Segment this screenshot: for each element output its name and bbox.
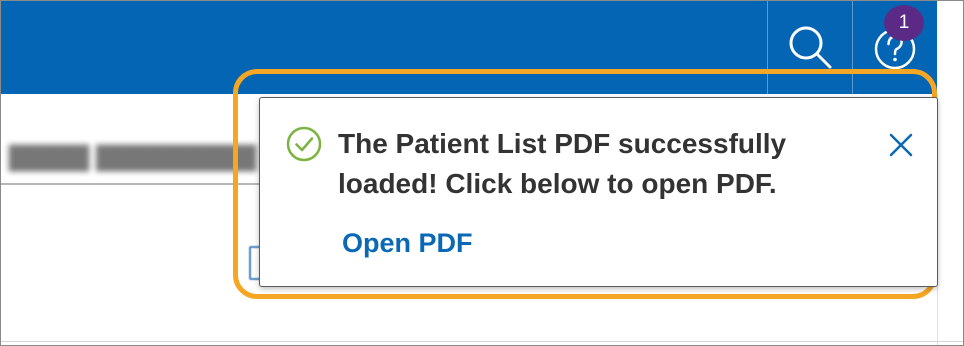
header-gutter: [937, 1, 963, 94]
close-icon: [889, 133, 913, 157]
success-toast: The Patient List PDF successfully loaded…: [259, 97, 938, 287]
search-icon: [789, 26, 832, 69]
app-window: 1 ▇▇▇▇ ▇▇▇▇▇▇▇▇ ▇▇▇ ▇ ▇ The Patient List…: [0, 0, 964, 346]
bottom-divider: [1, 341, 963, 342]
notification-badge[interactable]: 1: [884, 5, 924, 41]
check-circle-icon: [286, 126, 322, 162]
toast-message: The Patient List PDF successfully loaded…: [338, 128, 787, 199]
close-toast-button[interactable]: [886, 130, 916, 160]
open-pdf-link[interactable]: Open PDF: [342, 228, 473, 259]
